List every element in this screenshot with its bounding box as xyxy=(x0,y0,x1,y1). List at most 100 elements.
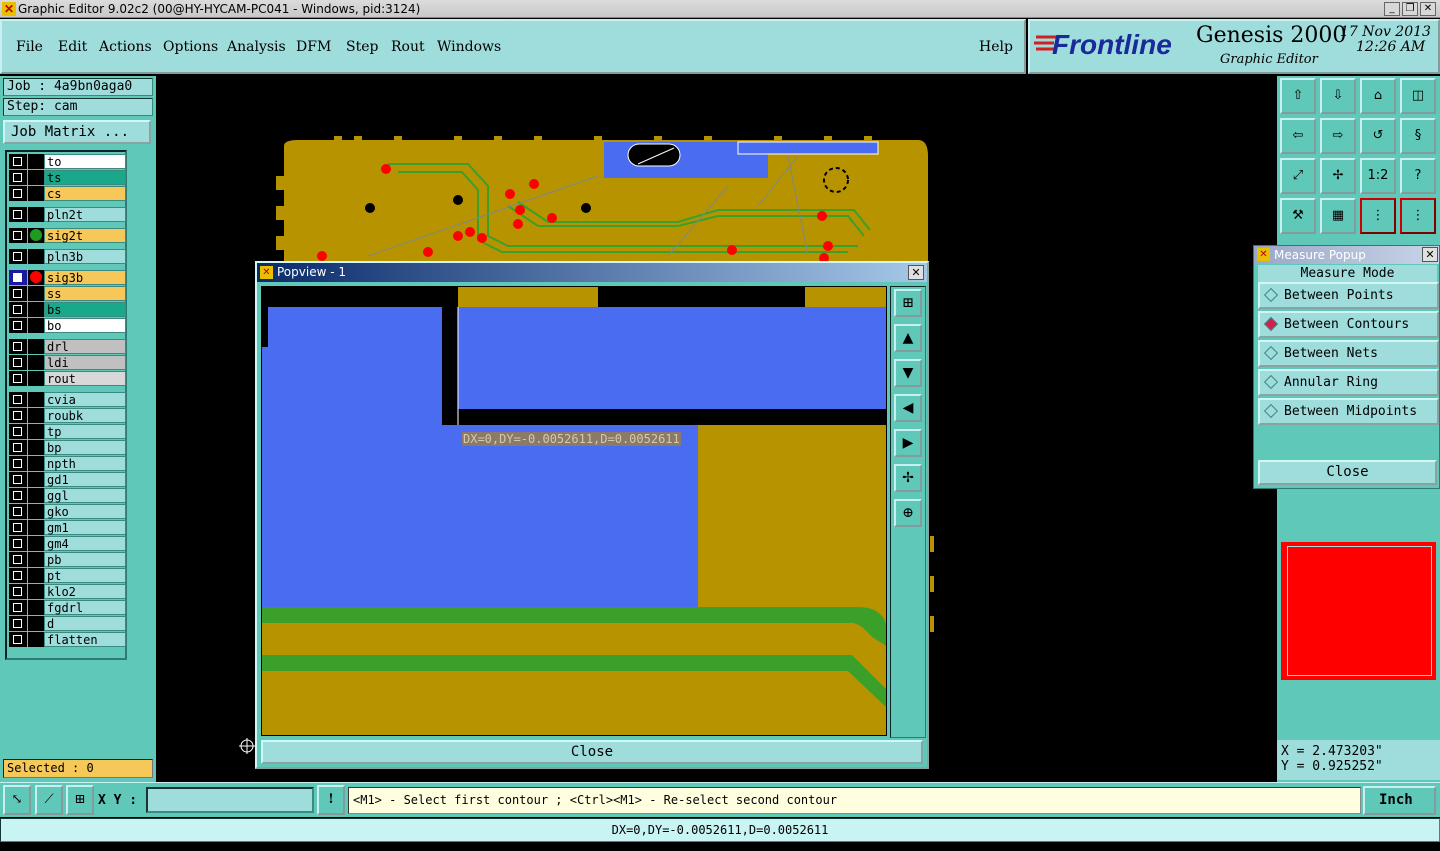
pan-up-icon[interactable]: ⇧ xyxy=(1280,78,1316,114)
layer-color-icon[interactable] xyxy=(28,154,44,169)
layer-row-npth[interactable]: npth xyxy=(9,456,126,471)
layer-row-bo[interactable]: bo xyxy=(9,318,126,333)
option-between-midpoints[interactable]: Between Midpoints xyxy=(1258,398,1439,425)
layer-checkbox[interactable] xyxy=(9,456,27,471)
layer-row-drl[interactable]: drl xyxy=(9,339,126,354)
layer-checkbox[interactable] xyxy=(9,568,27,583)
home-view-icon[interactable]: ⌂ xyxy=(1360,78,1396,114)
layer-color-icon[interactable] xyxy=(28,302,44,317)
menu-help[interactable]: Help xyxy=(979,39,1013,55)
layer-checkbox[interactable] xyxy=(9,318,27,333)
net-tool-icon[interactable]: ⋮ xyxy=(1400,198,1436,234)
layer-checkbox[interactable] xyxy=(9,228,27,243)
menu-actions[interactable]: Actions xyxy=(99,39,152,55)
menu-options[interactable]: Options xyxy=(163,39,218,55)
layer-checkbox[interactable] xyxy=(9,520,27,535)
split-view-icon[interactable]: ◫ xyxy=(1400,78,1436,114)
popview-graphics[interactable] xyxy=(262,287,887,736)
option-between-points[interactable]: Between Points xyxy=(1258,282,1439,309)
layer-row-roubk[interactable]: roubk xyxy=(9,408,126,423)
menu-analysis[interactable]: Analysis xyxy=(227,39,286,55)
layer-checkbox[interactable] xyxy=(9,408,27,423)
pan-left-icon[interactable]: ⇦ xyxy=(1280,118,1316,154)
measure-close-button[interactable]: Close xyxy=(1258,460,1437,485)
layer-row-flatten[interactable]: flatten xyxy=(9,632,126,647)
snap-icon[interactable]: ⟋ xyxy=(35,785,63,815)
layer-row-tp[interactable]: tp xyxy=(9,424,126,439)
pan-right-icon[interactable]: ⇨ xyxy=(1320,118,1356,154)
popview-close-button[interactable]: Close xyxy=(261,740,923,764)
layer-color-icon[interactable] xyxy=(28,472,44,487)
layer-checkbox[interactable] xyxy=(9,584,27,599)
layer-color-icon[interactable] xyxy=(28,552,44,567)
layer-row-pln3b[interactable]: pln3b xyxy=(9,249,126,264)
layer-row-sig2t[interactable]: sig2t xyxy=(9,228,126,243)
layer-row-to[interactable]: to xyxy=(9,154,126,169)
layer-row-klo2[interactable]: klo2 xyxy=(9,584,126,599)
xy-input[interactable] xyxy=(146,787,314,813)
layer-row-d[interactable]: d xyxy=(9,616,126,631)
layer-checkbox[interactable] xyxy=(9,249,27,264)
layer-color-icon[interactable] xyxy=(28,186,44,201)
layer-color-icon[interactable] xyxy=(28,355,44,370)
layer-row-sig3b[interactable]: sig3b xyxy=(9,270,126,285)
option-between-contours[interactable]: Between Contours xyxy=(1258,311,1439,338)
menu-rout[interactable]: Rout xyxy=(391,39,425,55)
layer-color-icon[interactable] xyxy=(28,318,44,333)
layer-color-icon[interactable] xyxy=(28,270,44,285)
zoom-ratio-icon[interactable]: 1:2 xyxy=(1360,158,1396,194)
layer-checkbox[interactable] xyxy=(9,504,27,519)
layer-row-gm1[interactable]: gm1 xyxy=(9,520,126,535)
layer-color-icon[interactable] xyxy=(28,600,44,615)
snake-icon[interactable]: § xyxy=(1400,118,1436,154)
layer-checkbox[interactable] xyxy=(9,424,27,439)
layer-checkbox[interactable] xyxy=(9,355,27,370)
layer-color-icon[interactable] xyxy=(28,286,44,301)
zoom-center-icon[interactable]: ✢ xyxy=(1320,158,1356,194)
layer-color-icon[interactable] xyxy=(28,392,44,407)
layer-checkbox[interactable] xyxy=(9,440,27,455)
pv-pan-down-icon[interactable]: ▼ xyxy=(894,359,922,387)
menu-file[interactable]: File xyxy=(16,39,43,55)
layer-row-ggl[interactable]: ggl xyxy=(9,488,126,503)
layer-checkbox[interactable] xyxy=(9,552,27,567)
layer-row-bp[interactable]: bp xyxy=(9,440,126,455)
help-icon[interactable]: ? xyxy=(1400,158,1436,194)
option-between-nets[interactable]: Between Nets xyxy=(1258,340,1439,367)
tools-icon[interactable]: ⚒ xyxy=(1280,198,1316,234)
popview-zoom-area[interactable]: DX=0,DY=-0.0052611,D=0.0052611 xyxy=(261,286,887,736)
layer-row-gd1[interactable]: gd1 xyxy=(9,472,126,487)
layer-checkbox[interactable] xyxy=(9,154,27,169)
layer-row-cvia[interactable]: cvia xyxy=(9,392,126,407)
grid-icon[interactable]: ▦ xyxy=(1320,198,1356,234)
layer-color-icon[interactable] xyxy=(28,456,44,471)
menu-dfm[interactable]: DFM xyxy=(296,39,331,55)
layer-checkbox[interactable] xyxy=(9,270,27,285)
layer-color-icon[interactable] xyxy=(28,339,44,354)
layer-color-icon[interactable] xyxy=(28,371,44,386)
layer-row-gm4[interactable]: gm4 xyxy=(9,536,126,551)
layer-row-rout[interactable]: rout xyxy=(9,371,126,386)
unit-selector[interactable]: Inch ▬ xyxy=(1363,786,1436,831)
layer-checkbox[interactable] xyxy=(9,536,27,551)
resize-icon[interactable]: ⤡ xyxy=(3,785,31,815)
layer-color-icon[interactable] xyxy=(28,584,44,599)
layer-color-icon[interactable] xyxy=(28,207,44,222)
layer-color-icon[interactable] xyxy=(28,536,44,551)
layer-row-ldi[interactable]: ldi xyxy=(9,355,126,370)
layer-checkbox[interactable] xyxy=(9,170,27,185)
zoom-fit-icon[interactable]: ⤢ xyxy=(1280,158,1316,194)
layer-row-pb[interactable]: pb xyxy=(9,552,126,567)
menu-step[interactable]: Step xyxy=(346,39,378,55)
menu-edit[interactable]: Edit xyxy=(58,39,87,55)
layer-checkbox[interactable] xyxy=(9,488,27,503)
overview-minimap[interactable] xyxy=(1279,540,1438,682)
redraw-icon[interactable]: ↺ xyxy=(1360,118,1396,154)
layer-color-icon[interactable] xyxy=(28,249,44,264)
layer-row-ss[interactable]: ss xyxy=(9,286,126,301)
layer-color-icon[interactable] xyxy=(28,424,44,439)
layer-checkbox[interactable] xyxy=(9,371,27,386)
snap-grid-icon[interactable]: ⊞ xyxy=(66,785,94,815)
pv-zoom-window-icon[interactable]: ⊞ xyxy=(894,289,922,317)
pv-zoom-home-icon[interactable]: ✢ xyxy=(894,464,922,492)
